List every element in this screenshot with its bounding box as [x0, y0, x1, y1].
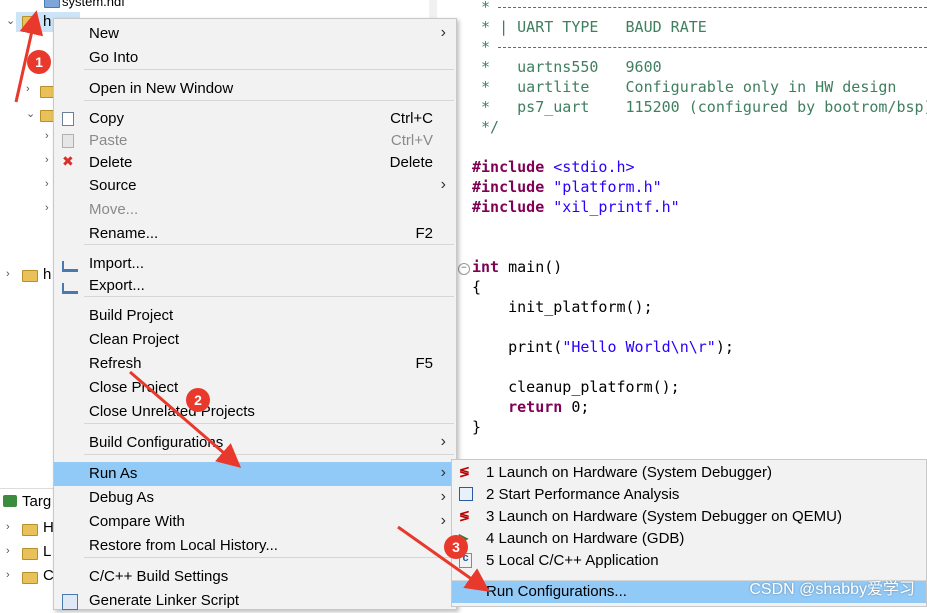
- annotation-badge-3: 3: [444, 535, 468, 559]
- annotation-badge-1: 1: [27, 50, 51, 74]
- watermark: CSDN @shabby爱学习: [749, 581, 915, 598]
- annotation-arrow-3: [397, 525, 490, 592]
- annotation-arrows: [14, 10, 490, 592]
- annotation-badge-2: 2: [186, 388, 210, 412]
- annotation-arrow-2: [129, 370, 242, 468]
